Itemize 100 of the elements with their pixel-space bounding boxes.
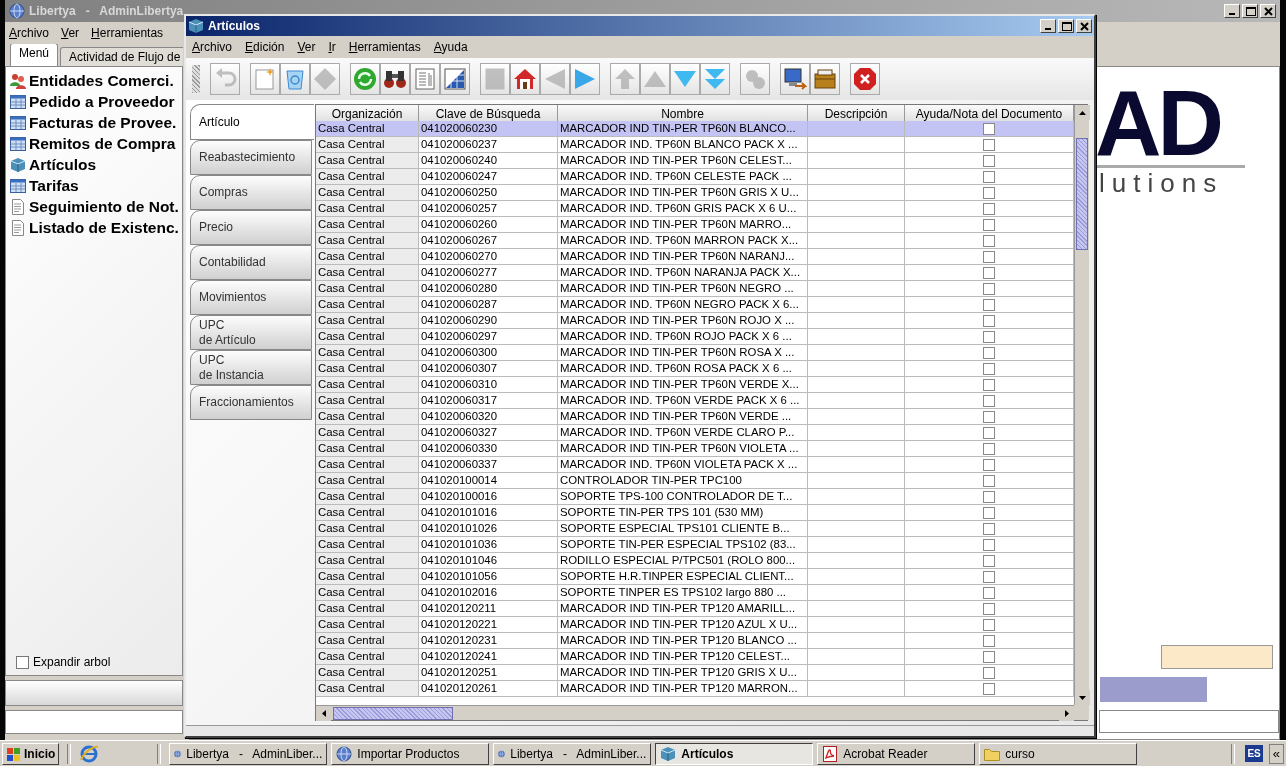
taskbar-button[interactable]: Libertya - AdminLiber... [169, 742, 328, 765]
maximize-button[interactable] [1058, 19, 1074, 33]
menu-item[interactable]: Ir [328, 40, 336, 54]
new-document-button[interactable] [250, 63, 280, 95]
tab[interactable]: Reabastecimiento [190, 140, 312, 175]
scrollbar[interactable] [316, 705, 1074, 720]
checkbox[interactable] [983, 218, 995, 231]
tree-item[interactable]: Listado de Existenc. [29, 219, 179, 237]
input-field[interactable] [1161, 645, 1273, 669]
double-down-arrow-button[interactable] [700, 63, 730, 95]
computer-button[interactable] [780, 63, 810, 95]
checkbox[interactable] [983, 682, 995, 695]
checkbox[interactable] [983, 138, 995, 151]
menu-item[interactable]: Ayuda [433, 40, 468, 54]
checkbox[interactable] [983, 506, 995, 519]
tree-item[interactable]: Entidades Comerci. [29, 72, 174, 90]
checkbox[interactable] [983, 570, 995, 583]
checkbox[interactable] [983, 362, 995, 375]
right-arrow-button[interactable] [570, 63, 600, 95]
input-field[interactable] [1099, 710, 1279, 733]
checkbox[interactable] [983, 522, 995, 535]
checkbox[interactable] [983, 538, 995, 551]
tree-item[interactable]: Remitos de Compra [29, 135, 176, 153]
tree-item[interactable]: Seguimiento de Not. [29, 198, 179, 216]
tab[interactable]: Contabilidad [190, 245, 312, 280]
checkbox[interactable] [983, 250, 995, 263]
tab[interactable]: Movimientos [190, 280, 312, 315]
checkbox[interactable] [983, 426, 995, 439]
taskbar-button[interactable]: Libertya - AdminLiber... [493, 742, 652, 765]
minimize-button[interactable] [1040, 19, 1056, 33]
checkbox[interactable] [983, 618, 995, 631]
tab[interactable]: Fraccionamientos [190, 385, 312, 420]
minimize-button[interactable] [1224, 4, 1240, 18]
taskbar-button[interactable]: Artículos [655, 742, 814, 765]
checkbox[interactable] [983, 282, 995, 295]
tree-item[interactable]: Tarifas [29, 177, 79, 195]
scrollbar-thumb[interactable] [1076, 138, 1088, 250]
tab[interactable]: Menú [10, 44, 59, 66]
tab[interactable]: UPC de Instancia [190, 350, 312, 385]
checkbox[interactable] [983, 266, 995, 279]
tree-item[interactable]: Pedido a Proveedor [29, 93, 175, 111]
checkbox[interactable] [983, 122, 995, 135]
menu-item[interactable]: Edición [245, 40, 285, 54]
checkbox[interactable] [983, 490, 995, 503]
tree-item[interactable]: Artículos [29, 156, 97, 174]
grid-button[interactable] [440, 63, 470, 95]
menu-item[interactable]: Ver [297, 40, 316, 54]
briefcase-button[interactable] [810, 63, 840, 95]
taskbar-button[interactable]: curso [979, 742, 1138, 765]
checkbox[interactable] [983, 154, 995, 167]
table-cell: 041020120261 [419, 681, 558, 697]
tree-item[interactable]: Facturas de Provee. [29, 114, 177, 132]
taskbar-button[interactable]: Acrobat Reader [817, 742, 976, 765]
checkbox[interactable] [983, 314, 995, 327]
scrollbar-thumb[interactable] [333, 707, 453, 720]
checkbox[interactable] [983, 602, 995, 615]
table-cell: 041020120221 [419, 617, 558, 633]
toolbar-grip[interactable] [192, 65, 200, 93]
checkbox[interactable] [983, 346, 995, 359]
checkbox[interactable] [983, 234, 995, 247]
checkbox[interactable] [983, 554, 995, 567]
checkbox[interactable] [983, 170, 995, 183]
trash-button[interactable] [280, 63, 310, 95]
checkbox[interactable] [983, 330, 995, 343]
tab[interactable]: UPC de Artículo [190, 315, 312, 350]
down-arrow-button[interactable] [670, 63, 700, 95]
checkbox[interactable] [983, 666, 995, 679]
tab[interactable]: Compras [190, 175, 312, 210]
scrollbar[interactable] [1074, 105, 1089, 705]
maximize-button[interactable] [1242, 4, 1258, 18]
checkbox[interactable] [983, 186, 995, 199]
expand-button[interactable]: « [1268, 743, 1284, 764]
tab[interactable]: Artículo [190, 104, 314, 140]
start-button[interactable]: Inicio [2, 742, 60, 765]
menu-item[interactable]: Archivo [9, 26, 50, 40]
menu-item[interactable]: Ver [61, 26, 80, 40]
table-cell: MARCADOR IND TIN-PER TP120 AZUL X U... [558, 617, 808, 633]
checkbox[interactable] [983, 394, 995, 407]
checkbox[interactable] [983, 474, 995, 487]
menu-item[interactable]: Herramientas [91, 26, 164, 40]
language-indicator[interactable]: ES [1245, 745, 1263, 762]
checkbox[interactable] [983, 298, 995, 311]
checkbox[interactable] [983, 442, 995, 455]
checkbox[interactable] [983, 650, 995, 663]
checkbox[interactable] [983, 586, 995, 599]
checkbox[interactable] [983, 410, 995, 423]
checkbox[interactable] [983, 378, 995, 391]
house-button[interactable] [510, 63, 540, 95]
input-field[interactable] [5, 710, 183, 734]
menu-item[interactable]: Herramientas [348, 40, 421, 54]
binoculars-button[interactable] [380, 63, 410, 95]
taskbar-button[interactable]: Importar Productos [331, 742, 490, 765]
checkbox[interactable] [16, 655, 29, 669]
tab[interactable]: Precio [190, 210, 312, 245]
tab[interactable]: Actividad de Flujo de [60, 47, 183, 66]
menu-item[interactable]: Archivo [192, 40, 233, 54]
checkbox[interactable] [983, 458, 995, 471]
browser-icon[interactable] [79, 743, 100, 764]
checkbox[interactable] [983, 634, 995, 647]
checkbox[interactable] [983, 202, 995, 215]
